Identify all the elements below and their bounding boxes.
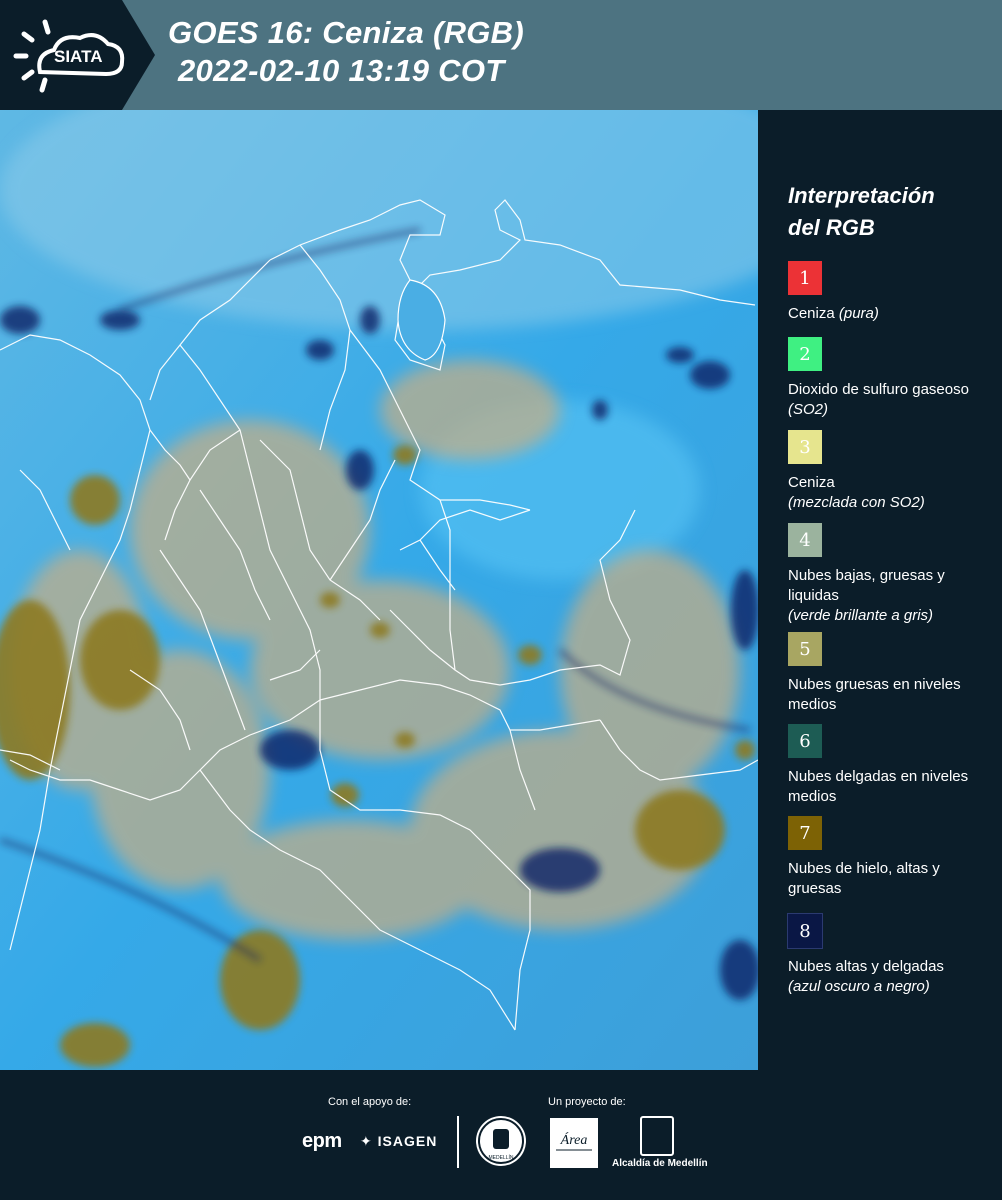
- svg-text:Área: Área: [560, 1131, 588, 1148]
- support-label: Con el apoyo de:: [328, 1096, 412, 1108]
- legend-item-7: 7 Nubes de hielo, altas y gruesas: [788, 816, 988, 899]
- epm-logo: epm: [302, 1130, 342, 1152]
- legend-title-line2: del RGB: [788, 215, 875, 240]
- legend-swatch: 6: [788, 724, 822, 758]
- area-metropolitana-logo: Área: [550, 1118, 598, 1168]
- legend-item-2: 2 Dioxido de sulfuro gaseoso (SO2): [788, 337, 988, 420]
- legend-swatch: 7: [788, 816, 822, 850]
- page-title: GOES 16: Ceniza (RGB) 2022-02-10 13:19 C…: [168, 14, 524, 90]
- legend-label: Nubes de hielo, altas y gruesas: [788, 860, 940, 897]
- footer-divider: [457, 1116, 459, 1168]
- medellin-seal-logo: MEDELLÍN: [476, 1116, 526, 1166]
- header-bar: SIATA GOES 16: Ceniza (RGB) 2022-02-10 1…: [0, 0, 1002, 110]
- legend-title: Interpretación del RGB: [788, 180, 935, 244]
- legend-item-6: 6 Nubes delgadas en niveles medios: [788, 724, 988, 807]
- title-product: GOES 16: Ceniza (RGB): [168, 15, 524, 50]
- legend-label: Nubes altas y delgadas (azul oscuro a neg…: [788, 958, 944, 995]
- footer: Con el apoyo de: Un proyecto de: epm ✦ I…: [0, 1070, 1002, 1200]
- legend-item-4: 4 Nubes bajas, gruesas y liquidas (verde …: [788, 523, 988, 626]
- legend-label: Nubes gruesas en niveles medios: [788, 676, 961, 713]
- svg-text:MEDELLÍN: MEDELLÍN: [488, 1154, 513, 1161]
- legend-swatch: 2: [788, 337, 822, 371]
- legend-swatch: 3: [788, 430, 822, 464]
- legend-item-3: 3 Ceniza (mezclada con SO2): [788, 430, 988, 513]
- alcaldia-label: Alcaldía de Medellín: [612, 1158, 708, 1169]
- legend-swatch: 8: [787, 913, 823, 949]
- isagen-logo: ✦ ISAGEN: [360, 1133, 438, 1149]
- legend-swatch: 4: [788, 523, 822, 557]
- legend-item-1: 1 Ceniza (pura): [788, 261, 988, 324]
- project-label: Un proyecto de:: [548, 1096, 626, 1108]
- legend-label: Nubes bajas, gruesas y liquidas (verde br…: [788, 567, 945, 624]
- svg-text:SIATA: SIATA: [54, 47, 102, 66]
- legend-label: Ceniza (pura): [788, 305, 879, 322]
- legend-panel: Interpretación del RGB 1 Ceniza (pura) 2…: [762, 110, 1002, 1070]
- title-timestamp: 2022-02-10 13:19 COT: [178, 53, 505, 88]
- legend-label: Ceniza (mezclada con SO2): [788, 474, 925, 511]
- legend-title-line1: Interpretación: [788, 183, 935, 208]
- alcaldia-shield-icon: [640, 1116, 674, 1156]
- legend-label: Nubes delgadas en niveles medios: [788, 768, 969, 805]
- satellite-image: [0, 110, 758, 1070]
- siata-logo: SIATA: [0, 0, 155, 110]
- legend-label: Dioxido de sulfuro gaseoso (SO2): [788, 381, 969, 418]
- legend-swatch: 5: [788, 632, 822, 666]
- legend-item-5: 5 Nubes gruesas en niveles medios: [788, 632, 988, 715]
- legend-item-8: 8 Nubes altas y delgadas (azul oscuro a n…: [787, 913, 988, 997]
- legend-swatch: 1: [788, 261, 822, 295]
